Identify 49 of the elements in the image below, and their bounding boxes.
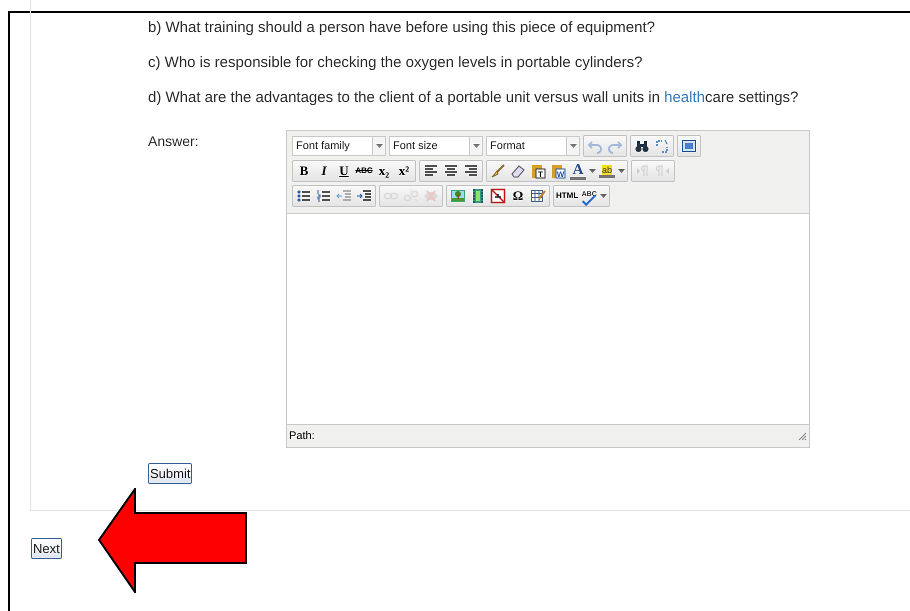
indent-icon — [356, 188, 372, 204]
caret-icon[interactable] — [570, 144, 576, 148]
next-button[interactable]: Next — [31, 538, 62, 559]
answer-label: Answer: — [148, 133, 199, 149]
caret-icon[interactable] — [600, 194, 608, 198]
caret-icon[interactable] — [472, 144, 480, 148]
italic-button[interactable]: I — [314, 161, 334, 181]
binoculars-icon — [634, 138, 650, 154]
html-source-button[interactable]: HTML — [555, 186, 580, 206]
highlight-button[interactable]: ab — [597, 161, 617, 181]
resize-handle-icon[interactable] — [797, 431, 807, 441]
caret-icon[interactable] — [376, 144, 382, 148]
paragraph-icon — [635, 163, 651, 179]
no-break-icon — [490, 188, 506, 204]
unlink-icon — [403, 188, 419, 204]
align-right-icon — [463, 163, 479, 179]
align-left-icon — [423, 163, 439, 179]
image-icon — [450, 188, 466, 204]
caret-icon[interactable] — [589, 169, 596, 173]
strikethrough-button[interactable]: ABC — [354, 161, 374, 181]
brush-icon — [490, 163, 506, 179]
table-icon — [530, 188, 546, 204]
question-text: c) Who is responsible for checking the oxygen levels in portable cylinders? — [148, 54, 644, 71]
special-character-button[interactable]: Ω — [508, 186, 528, 206]
align-center-icon — [443, 163, 459, 179]
underline-button[interactable]: U — [334, 161, 354, 181]
superscript-button[interactable]: x² — [394, 161, 414, 181]
dropdown-field[interactable]: Font family — [292, 136, 386, 156]
dropdown-field[interactable]: Font size — [389, 136, 483, 156]
replace-icon — [654, 138, 670, 154]
eraser-icon — [510, 163, 526, 179]
bullet-list-icon — [296, 188, 312, 204]
bold-button[interactable]: B — [294, 161, 314, 181]
window-icon — [681, 138, 697, 154]
paragraph-icon — [655, 163, 671, 179]
text-color-button[interactable]: A — [568, 161, 588, 181]
path-label: Path: — [289, 428, 315, 444]
numbered-list-icon — [316, 188, 332, 204]
caret-icon[interactable] — [618, 169, 625, 173]
question-text: d) What are the advantages to the client of a portable unit versus wall units in healthcare settings? — [148, 89, 800, 106]
submit-button[interactable]: Submit — [148, 463, 192, 484]
question-text: b) What training should a person have before using this piece of equipment? — [148, 19, 656, 36]
film-icon — [470, 188, 486, 204]
outdent-icon — [336, 188, 352, 204]
subscript-button[interactable]: x₂ — [374, 161, 394, 181]
dropdown-field[interactable]: Format — [486, 136, 580, 156]
link[interactable]: health — [664, 89, 705, 106]
nonbreaking-space-button[interactable] — [488, 186, 508, 206]
arrow-icon — [98, 488, 248, 593]
